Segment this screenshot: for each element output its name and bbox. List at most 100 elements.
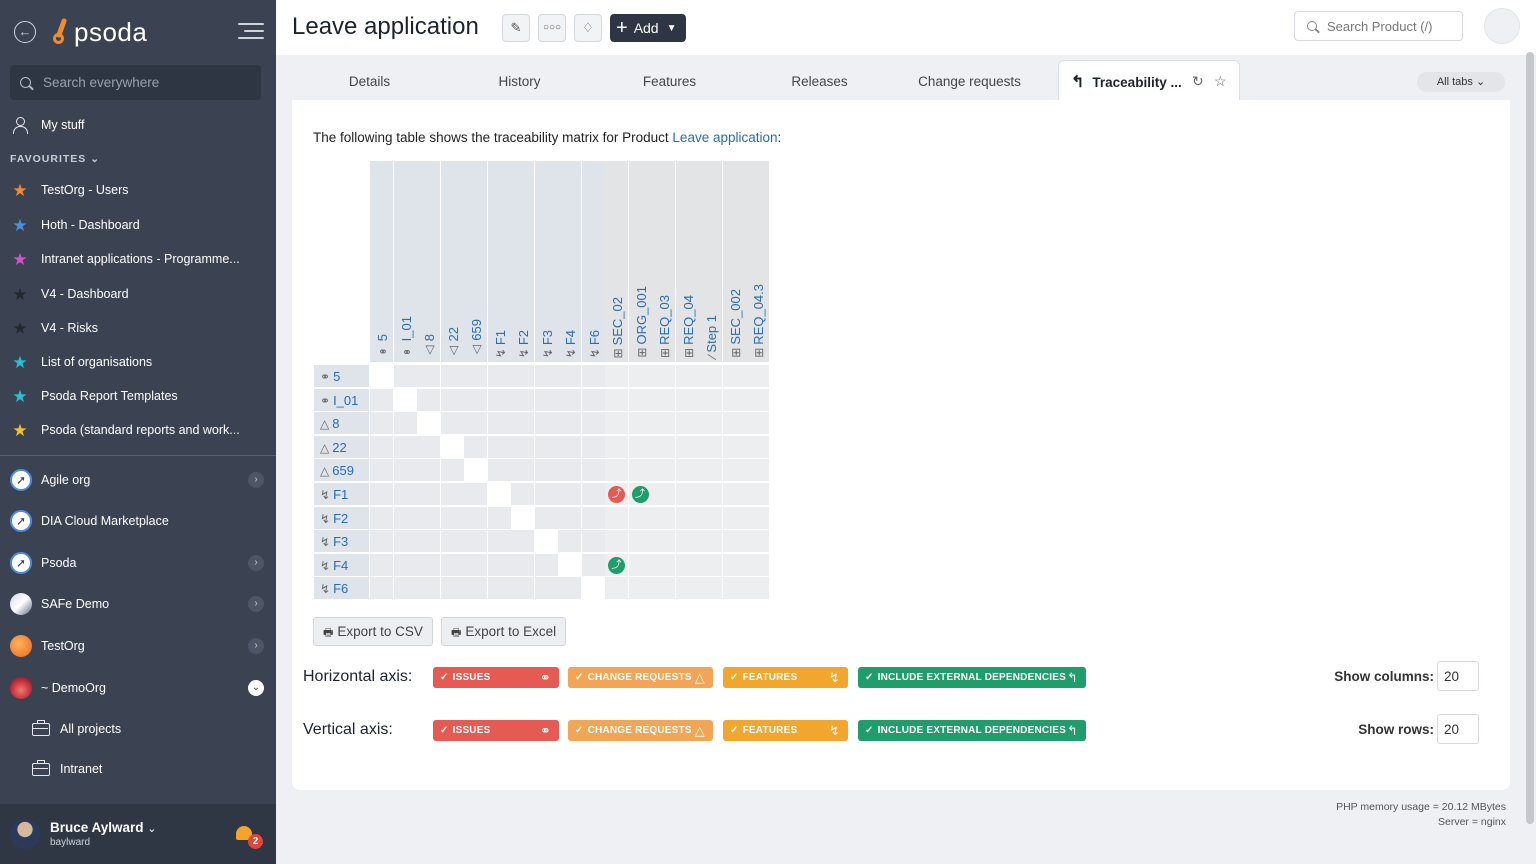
matrix-cell[interactable] <box>652 365 675 387</box>
matrix-cell[interactable] <box>464 459 487 482</box>
matrix-cell[interactable] <box>393 553 417 576</box>
matrix-cell[interactable] <box>746 530 769 553</box>
matrix-cell[interactable] <box>511 506 534 529</box>
matrix-cell[interactable] <box>699 506 722 529</box>
matrix-cell[interactable] <box>534 435 558 458</box>
matrix-cell[interactable] <box>440 530 464 553</box>
matrix-cell[interactable] <box>605 530 628 553</box>
matrix-cell[interactable] <box>417 365 440 387</box>
matrix-cell[interactable] <box>675 365 699 387</box>
matrix-row-header[interactable]: △ 659 <box>314 459 369 482</box>
matrix-cell[interactable] <box>628 412 652 435</box>
matrix-cell[interactable] <box>722 577 746 600</box>
matrix-cell[interactable] <box>534 412 558 435</box>
matrix-column-header[interactable]: ⊞ ORG_001 <box>628 161 652 362</box>
matrix-cell[interactable] <box>487 530 511 553</box>
matrix-cell[interactable] <box>558 506 581 529</box>
matrix-cell[interactable] <box>417 412 440 435</box>
matrix-cell[interactable] <box>699 365 722 387</box>
matrix-cell[interactable] <box>558 459 581 482</box>
matrix-cell[interactable] <box>511 530 534 553</box>
matrix-cell[interactable] <box>605 577 628 600</box>
matrix-cell[interactable] <box>628 459 652 482</box>
search-everywhere-input[interactable] <box>43 75 253 90</box>
matrix-cell[interactable] <box>464 388 487 411</box>
column-label[interactable]: ∕ Step 1 <box>704 315 719 358</box>
refresh-icon[interactable]: ↻ <box>1192 73 1204 90</box>
matrix-cell[interactable] <box>511 388 534 411</box>
matrix-cell[interactable] <box>534 483 558 505</box>
favourites-heading[interactable]: FAVOURITES ⌄ <box>10 153 100 165</box>
matrix-cell[interactable] <box>440 459 464 482</box>
add-button[interactable]: + Add ▼ <box>610 14 686 42</box>
matrix-cell[interactable]: ⤴ <box>628 483 652 505</box>
psoda-logo[interactable]: psoda <box>50 14 147 50</box>
matrix-cell[interactable] <box>417 553 440 576</box>
matrix-cell[interactable] <box>511 577 534 600</box>
matrix-cell[interactable] <box>558 553 581 576</box>
matrix-cell[interactable] <box>370 483 393 505</box>
column-label[interactable]: ⊞ REQ_04 <box>681 295 696 358</box>
matrix-cell[interactable] <box>417 530 440 553</box>
matrix-cell[interactable] <box>440 435 464 458</box>
matrix-cell[interactable] <box>440 483 464 505</box>
link-icon[interactable]: ⤴ <box>631 486 649 503</box>
matrix-cell[interactable] <box>699 435 722 458</box>
matrix-cell[interactable] <box>722 553 746 576</box>
matrix-cell[interactable] <box>722 435 746 458</box>
matrix-column-header[interactable]: ↯ F6 <box>581 161 605 362</box>
product-link[interactable]: Leave application <box>672 130 777 145</box>
matrix-column-header[interactable]: ↯ F4 <box>558 161 581 362</box>
matrix-cell[interactable] <box>370 365 393 387</box>
column-label[interactable]: ↯ F1 <box>493 330 508 358</box>
tab-history[interactable]: History <box>472 60 567 100</box>
matrix-cell[interactable] <box>699 459 722 482</box>
matrix-cell[interactable] <box>652 412 675 435</box>
column-label[interactable]: ⊞ SEC_02 <box>610 297 625 358</box>
matrix-cell[interactable] <box>417 435 440 458</box>
matrix-cell[interactable] <box>417 577 440 600</box>
matrix-cell[interactable] <box>746 459 769 482</box>
tab-change-requests[interactable]: Change requests <box>907 60 1032 100</box>
matrix-column-header[interactable]: ↯ F2 <box>511 161 534 362</box>
matrix-cell[interactable] <box>699 553 722 576</box>
matrix-cell[interactable] <box>464 412 487 435</box>
chevron-right-icon[interactable]: › <box>248 638 264 654</box>
matrix-cell[interactable] <box>628 506 652 529</box>
matrix-column-header[interactable]: ∕ Step 1 <box>699 161 722 362</box>
matrix-cell[interactable] <box>746 412 769 435</box>
matrix-cell[interactable] <box>393 412 417 435</box>
matrix-cell[interactable] <box>558 412 581 435</box>
matrix-cell[interactable] <box>628 365 652 387</box>
tag-icon[interactable]: ♢ <box>574 14 602 42</box>
horizontal-features-filter[interactable]: ✓ FEATURES ↯ <box>723 667 848 688</box>
column-label[interactable]: ⚭5 <box>375 334 390 358</box>
matrix-cell[interactable] <box>534 530 558 553</box>
matrix-cell[interactable] <box>581 553 605 576</box>
vertical-features-filter[interactable]: ✓ FEATURES ↯ <box>723 720 848 741</box>
matrix-cell[interactable] <box>675 577 699 600</box>
matrix-cell[interactable] <box>534 388 558 411</box>
matrix-cell[interactable] <box>628 553 652 576</box>
column-label[interactable]: △8 <box>422 334 437 358</box>
matrix-cell[interactable]: ⤴ <box>605 553 628 576</box>
tab-releases[interactable]: Releases <box>772 60 867 100</box>
sidebar-item-intranet[interactable]: Intranet <box>0 754 276 784</box>
favourite-item[interactable]: ★ TestOrg - Users <box>0 175 276 205</box>
vertical-issues-filter[interactable]: ✓ ISSUES ⚭ <box>433 720 559 741</box>
matrix-column-header[interactable]: △8 <box>417 161 440 362</box>
matrix-cell[interactable] <box>511 412 534 435</box>
chevron-right-icon[interactable]: › <box>248 596 264 612</box>
matrix-cell[interactable] <box>675 459 699 482</box>
matrix-cell[interactable] <box>370 530 393 553</box>
matrix-cell[interactable] <box>722 506 746 529</box>
matrix-cell[interactable] <box>511 483 534 505</box>
matrix-column-header[interactable]: ↯ F1 <box>487 161 511 362</box>
collapse-sidebar-icon[interactable] <box>238 20 264 42</box>
matrix-cell[interactable] <box>722 365 746 387</box>
org-agile-org[interactable]: ➚ Agile org › <box>0 462 276 498</box>
more-options-icon[interactable]: ○○○ <box>538 14 566 42</box>
matrix-cell[interactable] <box>652 506 675 529</box>
matrix-cell[interactable] <box>511 459 534 482</box>
matrix-cell[interactable] <box>370 577 393 600</box>
